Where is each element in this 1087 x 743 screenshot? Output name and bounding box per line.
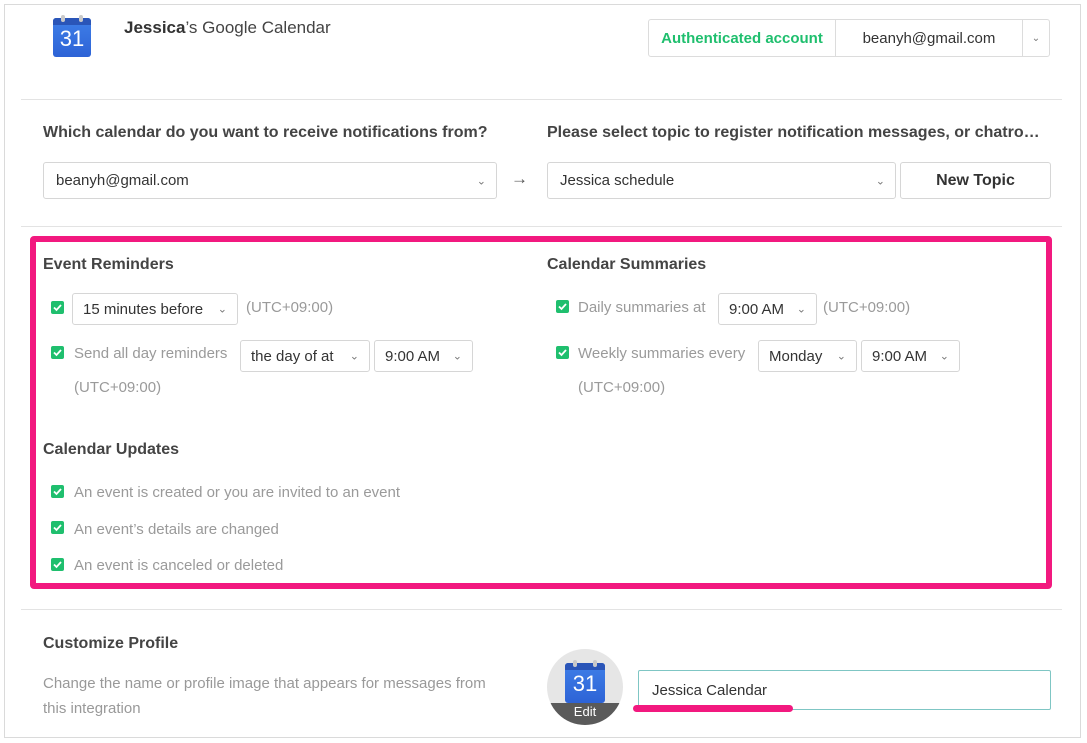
- title-suffix: ’s Google Calendar: [185, 18, 331, 37]
- chevron-down-icon: ⌄: [476, 175, 486, 187]
- topic-question: Please select topic to register notifica…: [547, 124, 1040, 141]
- timezone-label: (UTC+09:00): [74, 379, 162, 396]
- chevron-down-icon: ⌄: [217, 303, 227, 316]
- weekly-day-value: Monday: [769, 347, 823, 365]
- calendar-select[interactable]: beanyh@gmail.com ⌄: [43, 162, 497, 199]
- chevron-down-icon[interactable]: ⌄: [1022, 20, 1049, 56]
- timezone-label: (UTC+09:00): [823, 299, 911, 316]
- event-reminders-heading: Event Reminders: [43, 256, 174, 273]
- page-title: Jessica’s Google Calendar: [124, 18, 331, 38]
- profile-description-line: this integration: [43, 700, 141, 717]
- daily-time-select[interactable]: 9:00 AM ⌄: [718, 293, 817, 325]
- daily-time-value: 9:00 AM: [729, 300, 785, 318]
- chevron-down-icon: ⌄: [836, 350, 846, 363]
- chevron-down-icon: ⌄: [452, 350, 462, 363]
- calendar-question: Which calendar do you want to receive no…: [43, 124, 488, 141]
- google-calendar-icon: 31: [565, 660, 605, 703]
- chevron-down-icon: ⌄: [796, 303, 806, 316]
- reminder-time-value: 15 minutes before: [83, 300, 204, 318]
- divider: [21, 226, 1062, 227]
- profile-description-line: Change the name or profile image that ap…: [43, 675, 486, 692]
- all-day-when-value: the day of at: [251, 347, 334, 365]
- update-canceled-checkbox[interactable]: [51, 558, 64, 571]
- calendar-select-value: beanyh@gmail.com: [56, 172, 189, 189]
- authenticated-label: Authenticated account: [649, 20, 836, 56]
- all-day-time-value: 9:00 AM: [385, 347, 441, 365]
- google-calendar-icon: 31: [53, 15, 91, 57]
- calendar-summaries-heading: Calendar Summaries: [547, 256, 707, 273]
- update-changed-checkbox[interactable]: [51, 521, 64, 534]
- account-selector[interactable]: Authenticated account beanyh@gmail.com ⌄: [648, 19, 1050, 57]
- chevron-down-icon: ⌄: [349, 350, 359, 363]
- profile-avatar[interactable]: 31 Edit: [547, 649, 623, 725]
- weekly-summary-label: Weekly summaries every: [578, 345, 746, 362]
- topic-select[interactable]: Jessica schedule ⌄: [547, 162, 896, 199]
- all-day-label: Send all day reminders: [74, 345, 228, 362]
- new-topic-button[interactable]: New Topic: [900, 162, 1051, 199]
- daily-summary-checkbox[interactable]: [556, 300, 569, 313]
- profile-name-input[interactable]: Jessica Calendar: [638, 670, 1051, 710]
- timezone-label: (UTC+09:00): [246, 299, 334, 316]
- account-email[interactable]: beanyh@gmail.com: [836, 20, 1022, 56]
- all-day-time-select[interactable]: 9:00 AM ⌄: [374, 340, 473, 372]
- update-changed-label: An event’s details are changed: [74, 521, 279, 538]
- chevron-down-icon: ⌄: [875, 175, 885, 187]
- arrow-right-icon: →: [511, 169, 528, 188]
- update-canceled-label: An event is canceled or deleted: [74, 557, 284, 574]
- weekly-day-select[interactable]: Monday ⌄: [758, 340, 857, 372]
- weekly-summary-checkbox[interactable]: [556, 346, 569, 359]
- update-created-label: An event is created or you are invited t…: [74, 484, 401, 501]
- highlight-underline: [633, 705, 793, 712]
- edit-avatar-button[interactable]: Edit: [547, 703, 623, 725]
- title-owner: Jessica: [124, 18, 186, 37]
- customize-profile-heading: Customize Profile: [43, 635, 179, 652]
- topic-select-value: Jessica schedule: [560, 172, 675, 189]
- daily-summary-label: Daily summaries at: [578, 299, 706, 316]
- weekly-time-select[interactable]: 9:00 AM ⌄: [861, 340, 960, 372]
- reminder-time-select[interactable]: 15 minutes before ⌄: [72, 293, 238, 325]
- update-created-checkbox[interactable]: [51, 485, 64, 498]
- divider: [21, 609, 1062, 610]
- all-day-when-select[interactable]: the day of at ⌄: [240, 340, 370, 372]
- reminder-checkbox[interactable]: [51, 301, 64, 314]
- calendar-updates-heading: Calendar Updates: [43, 441, 180, 458]
- all-day-checkbox[interactable]: [51, 346, 64, 359]
- timezone-label: (UTC+09:00): [578, 379, 666, 396]
- profile-description: Change the name or profile image that ap…: [43, 671, 486, 721]
- divider: [21, 99, 1062, 100]
- chevron-down-icon: ⌄: [939, 350, 949, 363]
- weekly-time-value: 9:00 AM: [872, 347, 928, 365]
